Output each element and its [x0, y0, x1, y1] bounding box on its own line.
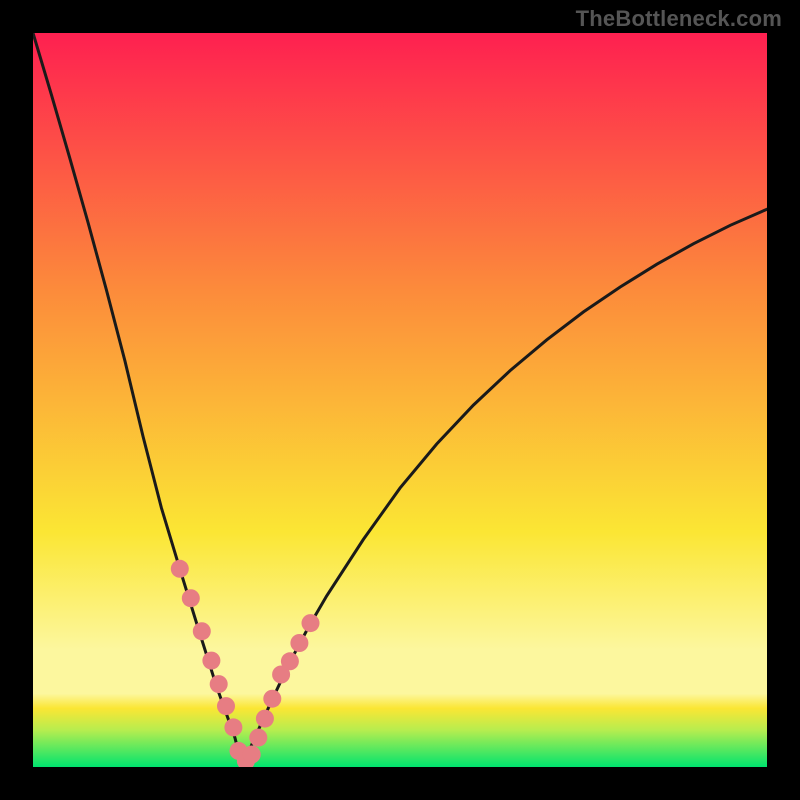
watermark-text: TheBottleneck.com	[576, 6, 782, 32]
chart-background-gradient	[33, 33, 767, 767]
chart-plot-area	[33, 33, 767, 767]
